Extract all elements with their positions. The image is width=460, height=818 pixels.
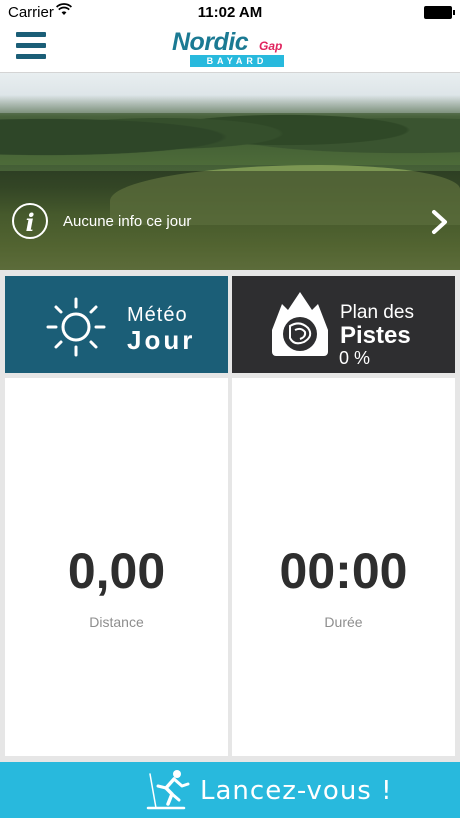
hero-banner[interactable]: i Aucune info ce jour <box>0 73 460 270</box>
meteo-label: Météo <box>127 304 188 326</box>
skier-icon <box>146 770 190 810</box>
meteo-tile[interactable]: Météo Jour <box>5 276 228 373</box>
start-button[interactable]: Lancez-vous ! <box>0 762 460 818</box>
app-logo: Nordic Gap BAYARD <box>172 28 288 70</box>
pistes-label: Plan des <box>340 302 414 323</box>
logo-subtitle: BAYARD <box>190 55 284 67</box>
battery-icon <box>424 6 455 19</box>
start-button-label: Lancez-vous ! <box>200 776 393 806</box>
meteo-day-label: Jour <box>127 325 196 355</box>
duration-value: 00:00 <box>279 543 408 599</box>
distance-label: Distance <box>89 614 144 630</box>
duration-card: 00:00 Durée <box>232 378 455 756</box>
chevron-right-icon[interactable] <box>430 209 450 235</box>
app-header: Nordic Gap BAYARD <box>0 24 460 73</box>
hero-trees <box>0 95 460 165</box>
distance-value: 0,00 <box>67 543 166 599</box>
logo-title: Nordic <box>172 28 249 56</box>
info-icon[interactable]: i <box>12 203 48 239</box>
pistes-tile[interactable]: Plan des Pistes 0 % <box>232 276 455 373</box>
distance-card: 0,00 Distance <box>5 378 228 756</box>
mountain-map-icon <box>272 292 328 356</box>
pistes-title: Pistes <box>340 322 411 349</box>
hamburger-menu-icon[interactable] <box>16 32 46 60</box>
sun-icon <box>46 297 106 357</box>
status-bar: Carrier 11:02 AM <box>0 0 460 24</box>
clock: 11:02 AM <box>197 4 263 21</box>
duration-label: Durée <box>324 614 363 630</box>
logo-gap: Gap <box>259 39 283 53</box>
hero-info-text: Aucune info ce jour <box>63 213 192 230</box>
pistes-progress: 0 % <box>339 348 371 368</box>
